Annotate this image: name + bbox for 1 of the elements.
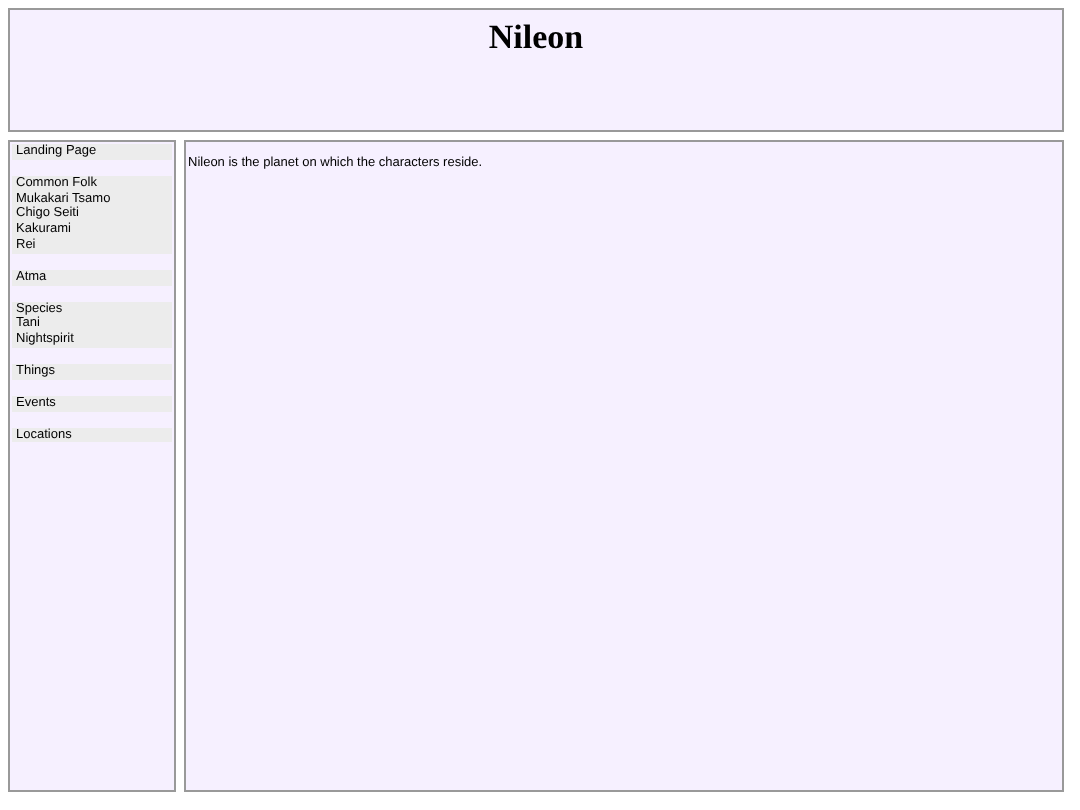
site-title: Nileon: [486, 16, 586, 58]
